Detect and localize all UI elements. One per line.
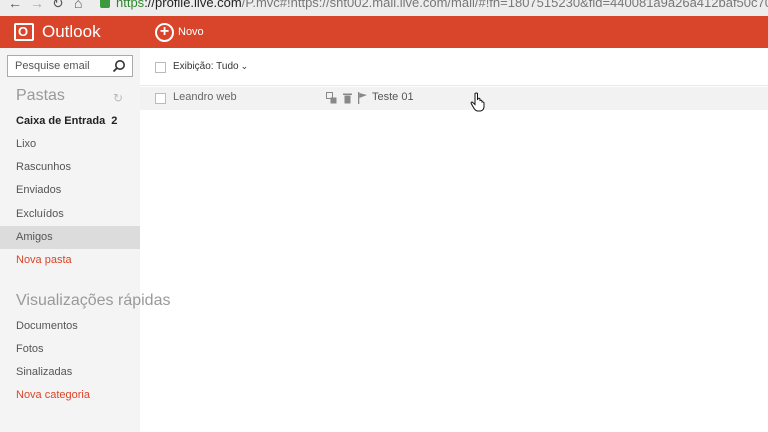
message-subject: Teste 01: [372, 91, 414, 103]
message-row[interactable]: Leandro web Teste 01: [140, 87, 768, 110]
outlook-logo-icon[interactable]: O: [14, 23, 34, 41]
app-name[interactable]: Outlook: [42, 22, 101, 42]
lock-icon: [100, 0, 110, 8]
new-folder-link[interactable]: Nova pasta: [0, 249, 140, 272]
quick-view-photos[interactable]: Fotos: [0, 338, 140, 361]
folder-sent[interactable]: Enviados: [0, 179, 140, 202]
folder-inbox[interactable]: Caixa de Entrada 2: [0, 110, 140, 133]
folder-amigos[interactable]: Amigos: [0, 226, 140, 249]
new-category-link[interactable]: Nova categoria: [0, 384, 140, 407]
new-message-label: Novo: [178, 26, 204, 38]
search-icon[interactable]: [112, 59, 126, 73]
search-input[interactable]: [8, 56, 108, 76]
forward-icon[interactable]: →: [30, 0, 44, 11]
message-list-toolbar: Exibição: Tudo ⌄: [140, 48, 768, 86]
reload-icon[interactable]: ↻: [52, 0, 64, 11]
logo-letter: O: [18, 24, 29, 39]
quick-view-documents[interactable]: Documentos: [0, 315, 140, 338]
url-scheme: https: [116, 0, 145, 10]
folder-junk[interactable]: Lixo: [0, 133, 140, 156]
url-rest: /P.mvc#!https://snt002.mail.live.com/mai…: [241, 0, 768, 10]
quick-view-flagged[interactable]: Sinalizadas: [0, 361, 140, 384]
quick-views-heading: Visualizações rápidas: [16, 292, 171, 309]
search-box: [7, 55, 133, 77]
unread-count: 2: [111, 115, 118, 127]
back-icon[interactable]: ←: [8, 0, 22, 11]
move-icon[interactable]: [326, 92, 337, 104]
url-field[interactable]: https://profile.live.com/P.mvc#!https://…: [116, 0, 768, 11]
folders-heading: Pastas: [16, 87, 65, 104]
chevron-down-icon: ⌄: [240, 61, 249, 71]
folder-deleted[interactable]: Excluídos: [0, 203, 140, 226]
message-checkbox[interactable]: [155, 93, 166, 104]
view-filter-dropdown[interactable]: Exibição: Tudo ⌄: [173, 61, 248, 72]
app-header: O Outlook + Novo: [0, 16, 768, 48]
view-filter-label: Exibição: Tudo: [173, 61, 239, 72]
message-sender: Leandro web: [173, 91, 237, 103]
refresh-icon[interactable]: ↻: [113, 91, 123, 105]
folder-drafts[interactable]: Rascunhos: [0, 156, 140, 179]
home-icon[interactable]: ⌂: [74, 0, 82, 11]
new-message-button[interactable]: + Novo: [155, 22, 204, 42]
url-host: ://profile.live.com: [144, 0, 242, 10]
sidebar: Pastas ↻ Caixa de Entrada 2 Lixo Rascunho…: [0, 48, 170, 432]
flag-icon[interactable]: [357, 92, 368, 104]
hand-cursor-icon: [470, 92, 485, 112]
plus-circle-icon: +: [155, 22, 174, 42]
select-all-checkbox[interactable]: [155, 62, 166, 73]
folder-label: Caixa de Entrada: [16, 115, 106, 127]
browser-address-bar: ← → ↻ ⌂ https://profile.live.com/P.mvc#!…: [0, 0, 768, 16]
delete-icon[interactable]: [342, 92, 353, 104]
